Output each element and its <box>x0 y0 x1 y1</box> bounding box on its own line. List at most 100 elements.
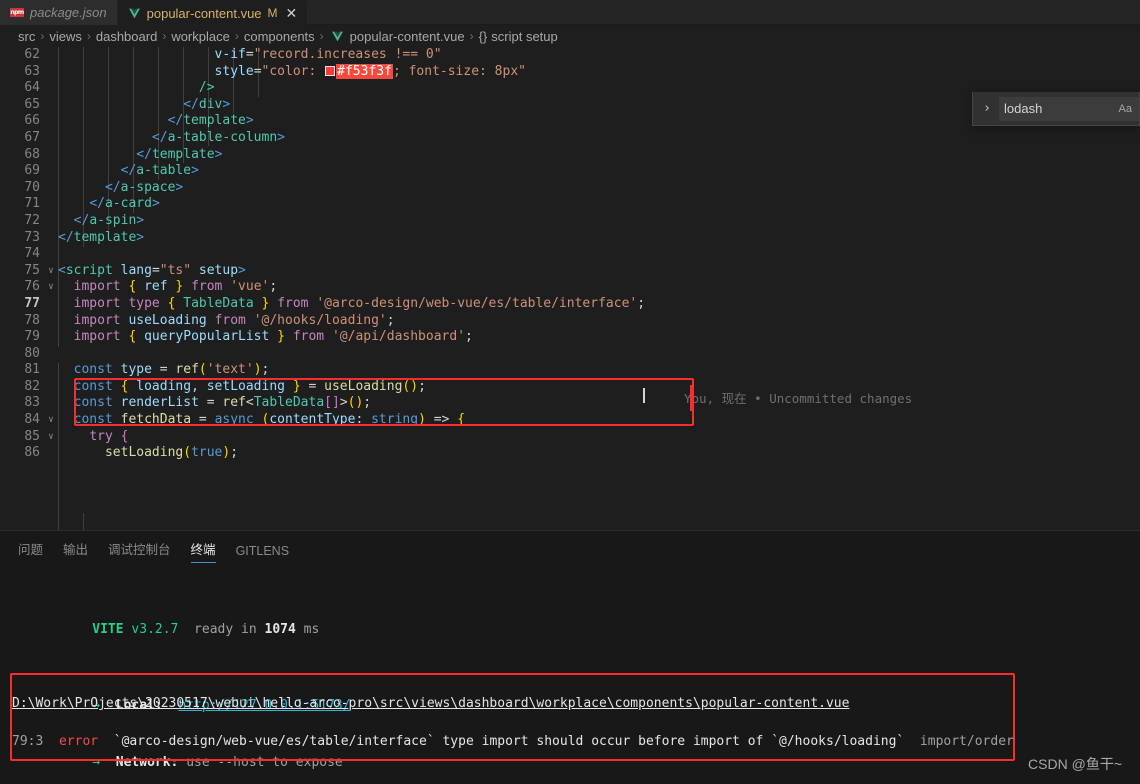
chevron-right-icon[interactable]: › <box>977 99 997 119</box>
code-line[interactable]: 70 </a-space> <box>0 180 1140 197</box>
vite-version: v3.2.7 <box>131 622 179 637</box>
code-token: ; <box>261 362 270 378</box>
code-token: true <box>191 445 223 461</box>
color-swatch-icon[interactable] <box>325 65 336 76</box>
code-line[interactable]: 84 ∨ const fetchData = async (contentType… <box>0 412 1140 429</box>
code-token: = <box>151 362 176 378</box>
code-token: "ts" <box>159 262 192 278</box>
code-line[interactable]: 72 </a-spin> <box>0 213 1140 230</box>
breadcrumb-item-views[interactable]: views <box>49 29 82 44</box>
color-value-highlight: #f53f3f <box>336 63 393 79</box>
breadcrumb-item-src[interactable]: src <box>18 29 35 44</box>
chevron-right-icon: › <box>40 29 45 43</box>
npm-icon: npm <box>10 8 24 17</box>
text-cursor <box>643 388 645 403</box>
breadcrumb-item-components[interactable]: components <box>244 29 315 44</box>
code-token: from <box>277 295 309 311</box>
code-line[interactable]: 83 const renderList = ref<TableData[]>()… <box>0 395 1140 412</box>
error-file-path[interactable]: D:\Work\PrOjects\20230517\webui\hello-ar… <box>12 696 849 711</box>
code-token: = <box>253 63 262 79</box>
code-line[interactable]: 66 </template> <box>0 113 1140 130</box>
code-line[interactable]: 74 <box>0 246 1140 263</box>
fold-chevron-icon[interactable]: ∨ <box>44 263 58 280</box>
breadcrumb-item-file[interactable]: popular-content.vue <box>350 29 465 44</box>
tab-popular-content-vue[interactable]: popular-content.vue M ✕ <box>117 0 309 25</box>
fold-chevron-icon <box>44 113 58 130</box>
code-token: </ <box>136 146 152 162</box>
line-number: 79 <box>24 329 40 345</box>
code-token: from <box>214 312 246 328</box>
code-text: import { ref } from 'vue'; <box>58 279 1140 296</box>
breadcrumb-item-symbol[interactable]: script setup <box>491 29 557 44</box>
panel-tab-gitlens[interactable]: GITLENS <box>236 544 290 563</box>
code-line[interactable]: 81 const type = ref('text'); <box>0 362 1140 379</box>
fold-chevron-icon <box>44 362 58 379</box>
code-line[interactable]: 85 ∨ try { <box>0 429 1140 446</box>
breadcrumb-item-workplace[interactable]: workplace <box>171 29 230 44</box>
search-input-value: lodash <box>1004 101 1043 116</box>
code-line[interactable]: 75 ∨ <script lang="ts" setup> <box>0 263 1140 280</box>
fold-chevron-icon[interactable]: ∨ <box>44 412 58 429</box>
code-token: = <box>198 395 223 411</box>
vue-icon <box>331 30 344 43</box>
fold-chevron-icon <box>44 230 58 247</box>
code-line[interactable]: 86 setLoading(true); <box>0 445 1140 462</box>
fold-chevron-icon[interactable]: ∨ <box>44 429 58 446</box>
code-line[interactable]: 82 const { loading, setLoading } = useLo… <box>0 379 1140 396</box>
code-token: ; <box>386 312 395 328</box>
bottom-panel: 问题 输出 调试控制台 终端 GITLENS VITE v3.2.7 ready… <box>0 530 1140 784</box>
code-token: > <box>245 113 254 129</box>
code-editor[interactable]: 62 v-if="record.increases !== 0" 63 style… <box>0 47 1140 530</box>
code-line[interactable]: 78 import useLoading from '@/hooks/loadi… <box>0 313 1140 330</box>
code-text: </a-table-column> <box>58 130 1140 147</box>
match-case-icon[interactable]: Aa <box>1119 103 1134 115</box>
fold-chevron-icon <box>44 346 58 363</box>
breadcrumb-item-dashboard[interactable]: dashboard <box>96 29 157 44</box>
fold-chevron-icon <box>44 130 58 147</box>
code-line[interactable]: 71 </a-card> <box>0 196 1140 213</box>
code-token: > <box>222 96 231 112</box>
code-line[interactable]: 69 </a-table> <box>0 163 1140 180</box>
code-token: > <box>238 262 246 278</box>
code-token: > <box>151 196 160 212</box>
code-token: 'text' <box>206 362 254 378</box>
code-line[interactable]: 67 </a-table-column> <box>0 130 1140 147</box>
code-line[interactable]: 76 ∨ import { ref } from 'vue'; <box>0 279 1140 296</box>
code-line[interactable]: 68 </template> <box>0 147 1140 164</box>
code-line[interactable]: 64 /> <box>0 80 1140 97</box>
code-line[interactable]: 73 </template> <box>0 230 1140 247</box>
line-number: 77 <box>24 295 40 311</box>
code-token: const <box>73 395 113 411</box>
line-number: 72 <box>24 212 40 228</box>
close-icon[interactable]: ✕ <box>286 6 298 20</box>
panel-tab-debug-console[interactable]: 调试控制台 <box>108 539 171 563</box>
panel-tab-output[interactable]: 输出 <box>63 539 88 563</box>
code-token: v-if <box>214 47 246 62</box>
panel-tab-problems[interactable]: 问题 <box>18 539 43 563</box>
code-token: template <box>151 146 215 162</box>
fold-chevron-icon[interactable]: ∨ <box>44 279 58 296</box>
code-line[interactable]: 77 import type { TableData } from '@arco… <box>0 296 1140 313</box>
vue-icon <box>128 7 141 20</box>
code-line[interactable]: 65 </div> <box>0 97 1140 114</box>
code-line[interactable]: 79 import { queryPopularList } from '@/a… <box>0 329 1140 346</box>
code-line[interactable]: 62 v-if="record.increases !== 0" <box>0 47 1140 64</box>
find-widget[interactable]: › lodash Aa <box>972 92 1140 126</box>
code-line[interactable]: 80 <box>0 346 1140 363</box>
search-input[interactable]: lodash Aa <box>999 96 1139 121</box>
code-line[interactable]: 63 style="color: #f53f3f; font-size: 8px… <box>0 63 1140 81</box>
panel-tab-terminal[interactable]: 终端 <box>190 539 216 563</box>
code-token: a-spin <box>89 212 137 228</box>
chevron-right-icon: › <box>86 29 91 43</box>
fold-chevron-icon <box>44 445 58 462</box>
code-token: type <box>128 295 160 311</box>
tab-package-json[interactable]: npm package.json <box>0 0 118 25</box>
